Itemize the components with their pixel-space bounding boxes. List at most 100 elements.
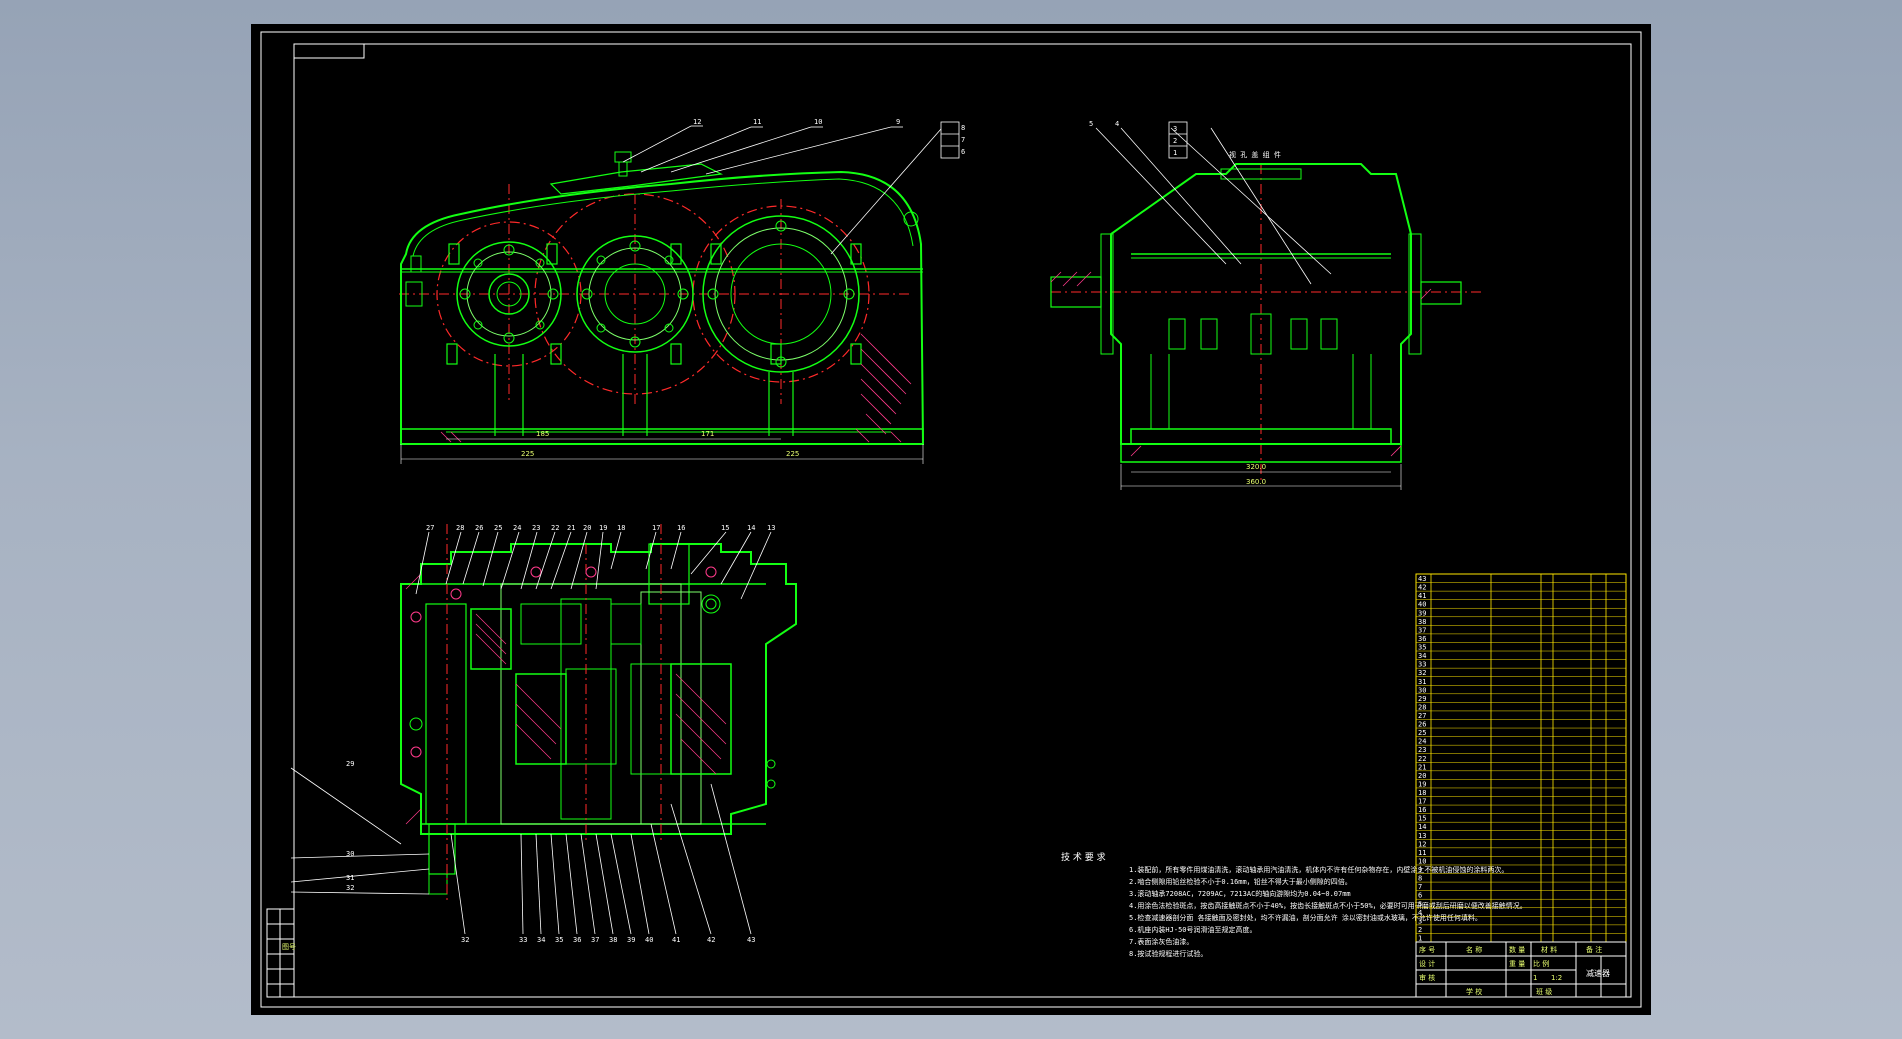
plan-bottom-balloons: 32 33 34 35 36 37 38 39 40 41 42 43: [461, 936, 755, 944]
side-strip-text: 图号: [282, 943, 296, 951]
balloon-7: 7: [961, 136, 965, 144]
balloon-36: 36: [573, 936, 581, 944]
parts-row-number: 6: [1418, 892, 1422, 900]
balloon-41: 41: [672, 936, 680, 944]
checker-label: 审 核: [1419, 973, 1435, 982]
tech-line-1: 1.装配前，所有零件用煤油清洗，滚动轴承用汽油清洗，机体内不许有任何杂物存在，内…: [1129, 865, 1508, 874]
parts-row-number: 18: [1418, 789, 1426, 797]
drawing-name: 减速器: [1586, 968, 1610, 978]
parts-row-number: 13: [1418, 832, 1426, 840]
parts-row-number: 41: [1418, 592, 1426, 600]
balloon-4: 4: [1115, 120, 1119, 128]
parts-row-number: 2: [1418, 926, 1422, 934]
front-view: 12 11 10 9 8 7 6 185 171 225 225: [399, 118, 965, 464]
dim-171: 171: [701, 430, 714, 438]
balloon-35: 35: [555, 936, 563, 944]
balloon-26: 26: [475, 524, 483, 532]
parts-row-number: 28: [1418, 703, 1426, 711]
parts-row-number: 32: [1418, 669, 1426, 677]
balloon-31: 31: [346, 874, 354, 882]
school-label: 学 校: [1466, 987, 1482, 996]
parts-row-number: 35: [1418, 644, 1426, 652]
parts-row-number: 24: [1418, 738, 1426, 746]
balloon-33: 33: [519, 936, 527, 944]
balloon-8: 8: [961, 124, 965, 132]
title-block: 序 号 名 称 数 量 材 料 备 注 减速器 比 例 1:2 1 重 量 设 …: [1415, 941, 1627, 998]
balloon-25: 25: [494, 524, 502, 532]
balloon-2: 2: [1173, 137, 1177, 145]
parts-row-number: 5: [1418, 900, 1422, 908]
th-material: 材 料: [1541, 945, 1557, 954]
side-view-title: 视 孔 盖 组 件: [1229, 150, 1281, 159]
dim-225-left: 225: [521, 450, 534, 458]
plan-view: 27 28 26 25 24 23 22 21 20 19 18 17 16 1…: [290, 524, 797, 944]
balloon-43: 43: [747, 936, 755, 944]
th-remark: 备 注: [1586, 945, 1602, 954]
designer-label: 设 计: [1419, 959, 1435, 968]
parts-row-number: 25: [1418, 729, 1426, 737]
balloon-21: 21: [567, 524, 575, 532]
tech-heading: 技 术 要 求: [1061, 851, 1106, 863]
parts-row-number: 9: [1418, 866, 1422, 874]
parts-row-number: 37: [1418, 626, 1426, 634]
balloon-16: 16: [677, 524, 685, 532]
plan-top-balloons: 27 28 26 25 24 23 22 21 20 19 18 17 16 1…: [426, 524, 775, 532]
side-view: 视 孔 盖 组 件 5 4 3 2 1 320.0 360.0: [1050, 120, 1481, 490]
balloon-18: 18: [617, 524, 625, 532]
parts-row-number: 14: [1418, 823, 1426, 831]
tech-line-6: 6.机座内装HJ-50号润滑油至规定高度。: [1129, 925, 1257, 934]
balloon-42: 42: [707, 936, 715, 944]
inner-border: [293, 43, 1632, 998]
dim-320: 320.0: [1246, 463, 1266, 471]
parts-row-number: 16: [1418, 806, 1426, 814]
parts-row-number: 42: [1418, 584, 1426, 592]
material-label: 比 例: [1533, 959, 1549, 968]
balloon-39: 39: [627, 936, 635, 944]
parts-row-number: 29: [1418, 695, 1426, 703]
parts-row-number: 43: [1418, 575, 1426, 583]
outer-border: [260, 31, 1642, 1008]
balloon-5: 5: [1089, 120, 1093, 128]
balloon-28: 28: [456, 524, 464, 532]
parts-row-number: 1: [1418, 935, 1422, 943]
balloon-1: 1: [1173, 149, 1177, 157]
th-name: 名 称: [1466, 945, 1482, 954]
balloon-20: 20: [583, 524, 591, 532]
balloon-40: 40: [645, 936, 653, 944]
balloon-10: 10: [814, 118, 822, 126]
parts-row-number: 19: [1418, 780, 1426, 788]
tech-line-2: 2.啮合侧隙用铅丝检验不小于0.16mm，铅丝不得大于最小侧隙的四倍。: [1129, 877, 1352, 886]
parts-row-number: 17: [1418, 798, 1426, 806]
side-strip: 图号: [266, 908, 296, 998]
class-label: 班 级: [1536, 987, 1552, 996]
tech-line-3: 3.滚动轴承7208AC，7209AC，7213AC的轴向游隙均为0.04~0.…: [1129, 889, 1351, 898]
dim-360: 360.0: [1246, 478, 1266, 486]
balloon-27: 27: [426, 524, 434, 532]
th-qty: 数 量: [1509, 945, 1525, 954]
parts-row-number: 38: [1418, 618, 1426, 626]
balloon-14: 14: [747, 524, 755, 532]
scale: 1:2: [1551, 974, 1562, 982]
balloon-37: 37: [591, 936, 599, 944]
balloon-30: 30: [346, 850, 354, 858]
parts-row-number: 15: [1418, 815, 1426, 823]
sheets: 1: [1533, 974, 1537, 982]
balloon-38: 38: [609, 936, 617, 944]
parts-row-number: 27: [1418, 712, 1426, 720]
parts-row-number: 12: [1418, 840, 1426, 848]
balloon-15: 15: [721, 524, 729, 532]
parts-row-number: 31: [1418, 678, 1426, 686]
parts-row-number: 3: [1418, 917, 1422, 925]
parts-row-number: 39: [1418, 609, 1426, 617]
parts-row-number: 33: [1418, 661, 1426, 669]
drawing-sheet: 图号 12 11 10 9 8 7 6 185 171 225 225 视 孔 …: [251, 24, 1651, 1015]
tech-line-8: 8.按试验规程进行试验。: [1129, 949, 1207, 958]
balloon-24: 24: [513, 524, 521, 532]
parts-row-number: 34: [1418, 652, 1426, 660]
balloon-23: 23: [532, 524, 540, 532]
balloon-6: 6: [961, 148, 965, 156]
parts-row-number: 7: [1418, 883, 1422, 891]
balloon-32: 32: [461, 936, 469, 944]
dim-185: 185: [536, 430, 549, 438]
tech-line-5: 5.检查减速器剖分面 各接触面及密封处，均不许漏油，剖分面允许 涂以密封油或水玻…: [1129, 913, 1482, 922]
